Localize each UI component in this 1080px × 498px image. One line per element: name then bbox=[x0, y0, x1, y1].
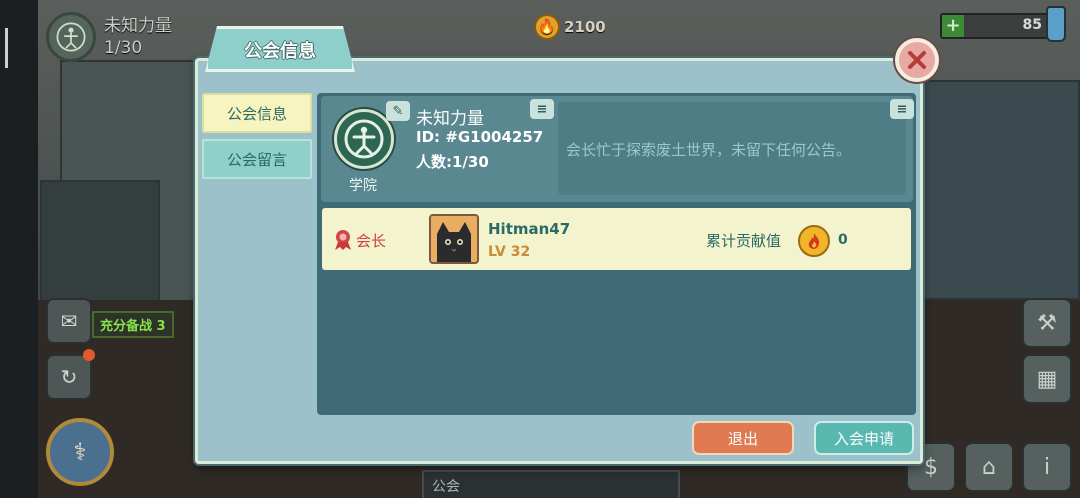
guild-notice-text: 会长忙于探索废土世界，未留下任何公告。 bbox=[566, 141, 852, 159]
backpack-button[interactable]: ⚒ bbox=[1022, 298, 1072, 348]
guild-member-count: 人数:1/30 bbox=[416, 153, 489, 171]
black-cat-avatar-icon bbox=[431, 216, 477, 262]
hud-guild-count: 1/30 bbox=[104, 38, 143, 58]
crate-button[interactable]: ▦ bbox=[1022, 354, 1072, 404]
info-icon: i bbox=[1043, 454, 1051, 480]
edit-notice-icon[interactable]: ≡ bbox=[890, 99, 914, 119]
notification-dot bbox=[83, 349, 95, 361]
contribution-label: 累计贡献值 bbox=[706, 232, 782, 250]
guild-emblem-icon bbox=[46, 12, 96, 62]
flame-coin-icon bbox=[798, 225, 830, 257]
member-rank: 会长 bbox=[356, 232, 387, 250]
red-rosette-icon bbox=[335, 230, 351, 250]
crate-icon: ▦ bbox=[1036, 366, 1058, 392]
refresh-icon: ↻ bbox=[60, 365, 78, 389]
member-name: Hitman47 bbox=[488, 220, 571, 238]
refresh-button[interactable]: ↻ bbox=[46, 354, 92, 400]
tab-guild-info[interactable]: 公会信息 bbox=[202, 93, 312, 133]
mail-button[interactable]: ✉ bbox=[46, 298, 92, 344]
currency-amount: 2100 bbox=[564, 18, 606, 36]
contribution-value: 0 bbox=[838, 232, 848, 248]
hud-currency: 🔥 2100 bbox=[534, 14, 606, 40]
compass-icon: ⚕ bbox=[73, 438, 87, 466]
quit-button[interactable]: 退出 bbox=[692, 421, 794, 455]
hud-guild-badge[interactable]: 未知力量 1/30 bbox=[46, 12, 172, 62]
close-x-icon bbox=[908, 51, 926, 69]
bottle-icon bbox=[1046, 6, 1066, 42]
building-icon: ⌂ bbox=[982, 454, 996, 480]
close-button[interactable] bbox=[895, 38, 939, 82]
money-bag-icon: $ bbox=[924, 454, 938, 480]
bottom-tab-label: 公会 bbox=[432, 479, 460, 495]
guild-name: 未知力量 bbox=[416, 109, 484, 129]
mail-icon: ✉ bbox=[60, 309, 78, 333]
info-button[interactable]: i bbox=[1022, 442, 1072, 492]
member-avatar[interactable] bbox=[429, 214, 479, 264]
hud-energy-bar: + 85 bbox=[940, 13, 1058, 39]
guild-id: ID: #G1004257 bbox=[416, 128, 544, 146]
member-level: LV 32 bbox=[488, 244, 531, 260]
apply-join-button[interactable]: 入会申请 bbox=[814, 421, 914, 455]
edit-emblem-icon[interactable]: ✎ bbox=[386, 101, 410, 121]
edit-name-icon[interactable]: ≡ bbox=[530, 99, 554, 119]
add-energy-icon[interactable]: + bbox=[942, 15, 964, 37]
bottom-guild-tab[interactable]: 公会 bbox=[422, 470, 680, 498]
vitruvian-emblem-icon bbox=[334, 109, 394, 169]
dialog-title: 公会信息 bbox=[244, 41, 316, 62]
hud-guild-name: 未知力量 bbox=[104, 16, 172, 36]
tab-guild-messages[interactable]: 公会留言 bbox=[202, 139, 312, 179]
left-edge-bar bbox=[0, 0, 38, 498]
building-button[interactable]: ⌂ bbox=[964, 442, 1014, 492]
flame-coin-icon: 🔥 bbox=[534, 14, 560, 40]
war-prep-label: 充分备战 3 bbox=[92, 311, 174, 338]
guild-type-label: 学院 bbox=[349, 178, 377, 194]
energy-value: 85 bbox=[1022, 17, 1042, 33]
background-building bbox=[920, 80, 1080, 300]
backpack-icon: ⚒ bbox=[1037, 310, 1057, 336]
compass-button[interactable]: ⚕ bbox=[46, 418, 114, 486]
